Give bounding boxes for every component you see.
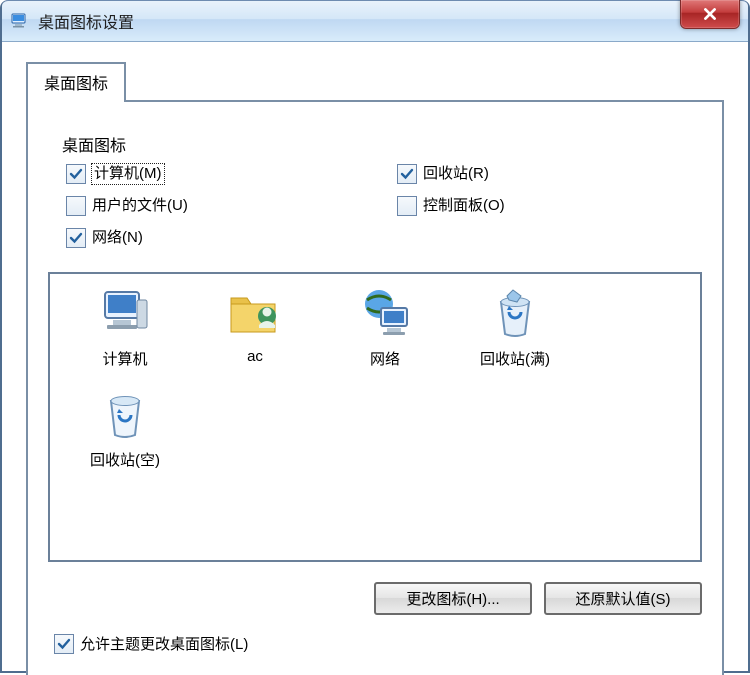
checkbox-box <box>397 196 417 216</box>
checkbox-box <box>397 164 417 184</box>
titlebar: 桌面图标设置 <box>2 0 748 42</box>
recycle-empty-icon <box>97 387 153 443</box>
button-row: 更改图标(H)... 还原默认值(S) <box>48 582 702 615</box>
checkbox-box <box>66 228 86 248</box>
check-icon <box>69 167 83 181</box>
checkbox-network[interactable]: 网络(N) <box>66 228 357 248</box>
checkbox-grid: 计算机(M) 回收站(R) 用户的文件(U) 控制面板( <box>62 164 688 248</box>
icon-preview-panel: 计算机 ac <box>48 272 702 562</box>
close-icon <box>702 6 718 22</box>
checkbox-controlpanel[interactable]: 控制面板(O) <box>397 196 688 216</box>
checkbox-allow-theme[interactable]: 允许主题更改桌面图标(L) <box>54 633 702 654</box>
tab-page: 桌面图标 计算机(M) 回收站(R) <box>26 100 724 675</box>
check-icon <box>400 167 414 181</box>
network-icon <box>357 286 413 342</box>
checkbox-box <box>54 634 74 654</box>
close-button[interactable] <box>680 0 740 29</box>
app-icon <box>10 11 30 31</box>
recycle-full-icon <box>487 286 543 342</box>
check-icon <box>57 637 71 651</box>
group-desktop-icons: 桌面图标 计算机(M) 回收站(R) <box>48 118 702 254</box>
tab-control: 桌面图标 桌面图标 计算机(M) <box>26 60 724 675</box>
tab-desktop-icons[interactable]: 桌面图标 <box>26 62 126 102</box>
icon-list: 计算机 ac <box>60 286 690 488</box>
checkbox-recycle[interactable]: 回收站(R) <box>397 164 688 184</box>
check-icon <box>69 231 83 245</box>
change-icon-button[interactable]: 更改图标(H)... <box>374 582 532 615</box>
icon-item-network[interactable]: 网络 <box>320 286 450 369</box>
checkbox-box <box>66 164 86 184</box>
checkbox-userfiles[interactable]: 用户的文件(U) <box>66 196 357 216</box>
folder-icon <box>227 286 283 342</box>
icon-item-recycle-full[interactable]: 回收站(满) <box>450 286 580 369</box>
icon-item-computer[interactable]: 计算机 <box>60 286 190 369</box>
checkbox-computer[interactable]: 计算机(M) <box>66 164 357 184</box>
checkbox-box <box>66 196 86 216</box>
computer-icon <box>97 286 153 342</box>
window-title: 桌面图标设置 <box>38 9 134 33</box>
icon-item-userfolder[interactable]: ac <box>190 286 320 369</box>
group-legend: 桌面图标 <box>62 132 688 156</box>
icon-item-recycle-empty[interactable]: 回收站(空) <box>60 387 190 470</box>
restore-defaults-button[interactable]: 还原默认值(S) <box>544 582 702 615</box>
dialog-window: 桌面图标设置 桌面图标 桌面图标 计算机(M) <box>0 0 750 673</box>
